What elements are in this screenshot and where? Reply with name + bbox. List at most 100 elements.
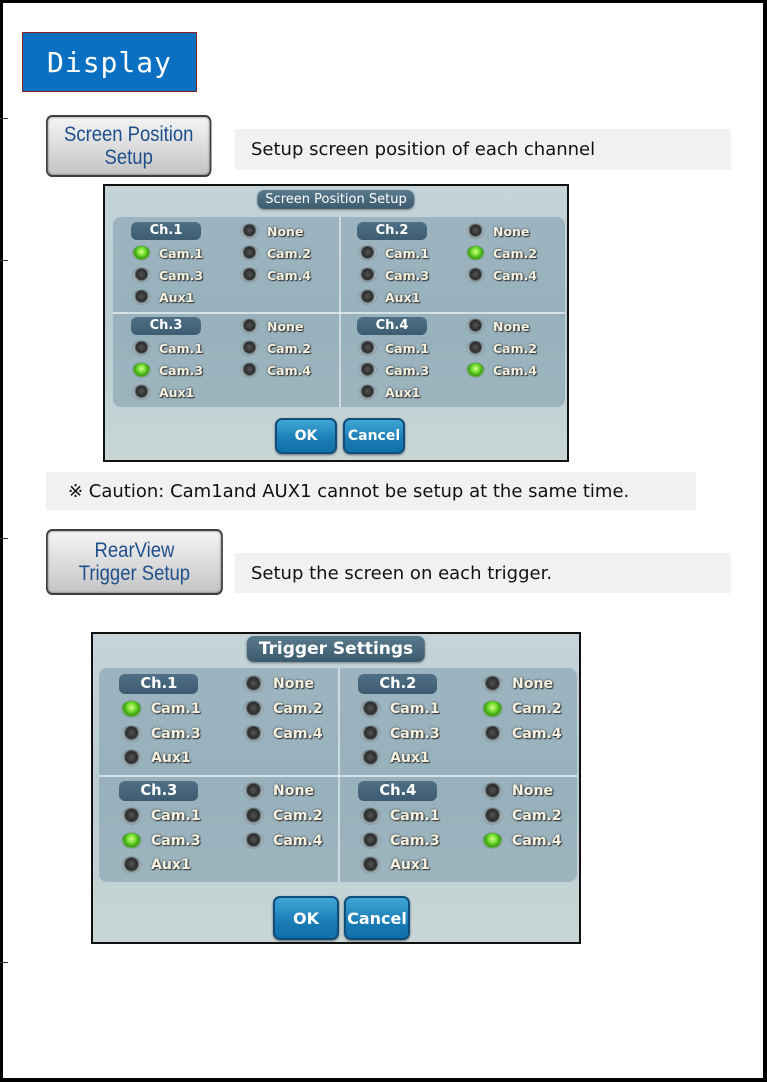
radio-option-cam3[interactable]: Cam.3: [359, 265, 429, 285]
radio-option-cam1[interactable]: Cam.1: [121, 804, 201, 827]
radio-option-cam1[interactable]: Cam.1: [360, 804, 440, 827]
radio-unselected-icon[interactable]: [359, 385, 376, 399]
radio-selected-icon[interactable]: [467, 363, 484, 377]
radio-option-none[interactable]: None: [467, 221, 529, 241]
radio-unselected-icon[interactable]: [243, 832, 263, 849]
radio-option-cam2[interactable]: Cam.2: [482, 804, 562, 827]
radio-unselected-icon[interactable]: [467, 224, 484, 238]
radio-option-none[interactable]: None: [482, 673, 553, 696]
radio-option-cam4[interactable]: Cam.4: [243, 829, 323, 852]
radio-unselected-icon[interactable]: [243, 675, 263, 692]
radio-option-aux1[interactable]: Aux1: [121, 747, 191, 770]
radio-unselected-icon[interactable]: [241, 268, 258, 282]
radio-option-none[interactable]: None: [467, 316, 529, 336]
radio-unselected-icon[interactable]: [482, 782, 502, 799]
radio-option-cam1[interactable]: Cam.1: [133, 243, 203, 263]
radio-unselected-icon[interactable]: [360, 832, 380, 849]
radio-unselected-icon[interactable]: [241, 224, 258, 238]
radio-option-cam3[interactable]: Cam.3: [360, 829, 440, 852]
radio-unselected-icon[interactable]: [360, 700, 380, 717]
radio-option-cam3[interactable]: Cam.3: [360, 722, 440, 745]
radio-option-aux1[interactable]: Aux1: [121, 854, 191, 877]
radio-option-aux1[interactable]: Aux1: [360, 747, 430, 770]
radio-option-cam2[interactable]: Cam.2: [467, 338, 537, 358]
radio-unselected-icon[interactable]: [121, 725, 141, 742]
radio-option-aux1[interactable]: Aux1: [359, 382, 420, 402]
radio-option-cam2[interactable]: Cam.2: [241, 338, 311, 358]
radio-unselected-icon[interactable]: [243, 782, 263, 799]
radio-selected-icon[interactable]: [121, 700, 141, 717]
radio-unselected-icon[interactable]: [359, 290, 376, 304]
radio-option-cam3[interactable]: Cam.3: [121, 722, 201, 745]
radio-unselected-icon[interactable]: [360, 807, 380, 824]
radio-selected-icon[interactable]: [121, 832, 141, 849]
radio-option-aux1[interactable]: Aux1: [133, 382, 194, 402]
radio-option-cam3[interactable]: Cam.3: [359, 360, 429, 380]
radio-option-cam4[interactable]: Cam.4: [482, 829, 562, 852]
radio-option-none[interactable]: None: [482, 780, 553, 803]
radio-unselected-icon[interactable]: [482, 807, 502, 824]
radio-option-none[interactable]: None: [243, 673, 314, 696]
radio-option-cam2[interactable]: Cam.2: [243, 804, 323, 827]
radio-option-cam1[interactable]: Cam.1: [121, 697, 201, 720]
ok-button[interactable]: OK: [273, 896, 339, 940]
radio-option-cam2[interactable]: Cam.2: [243, 697, 323, 720]
rearview-trigger-setup-button[interactable]: RearView Trigger Setup: [46, 529, 223, 595]
radio-option-cam2[interactable]: Cam.2: [241, 243, 311, 263]
radio-option-cam1[interactable]: Cam.1: [359, 243, 429, 263]
radio-unselected-icon[interactable]: [467, 268, 484, 282]
radio-unselected-icon[interactable]: [467, 341, 484, 355]
radio-unselected-icon[interactable]: [360, 750, 380, 767]
radio-option-aux1[interactable]: Aux1: [359, 287, 420, 307]
radio-unselected-icon[interactable]: [360, 857, 380, 874]
radio-option-none[interactable]: None: [241, 221, 303, 241]
radio-unselected-icon[interactable]: [243, 725, 263, 742]
radio-option-none[interactable]: None: [243, 780, 314, 803]
radio-unselected-icon[interactable]: [359, 246, 376, 260]
radio-unselected-icon[interactable]: [121, 750, 141, 767]
radio-unselected-icon[interactable]: [133, 341, 150, 355]
radio-unselected-icon[interactable]: [360, 725, 380, 742]
radio-unselected-icon[interactable]: [482, 725, 502, 742]
radio-option-aux1[interactable]: Aux1: [360, 854, 430, 877]
radio-option-cam1[interactable]: Cam.1: [359, 338, 429, 358]
radio-option-cam4[interactable]: Cam.4: [482, 722, 562, 745]
radio-unselected-icon[interactable]: [359, 268, 376, 282]
radio-unselected-icon[interactable]: [133, 385, 150, 399]
radio-selected-icon[interactable]: [467, 246, 484, 260]
radio-option-cam4[interactable]: Cam.4: [467, 265, 537, 285]
screen-position-setup-button[interactable]: Screen Position Setup: [46, 115, 212, 177]
radio-option-cam3[interactable]: Cam.3: [133, 360, 203, 380]
radio-selected-icon[interactable]: [133, 246, 150, 260]
radio-unselected-icon[interactable]: [359, 363, 376, 377]
radio-option-cam4[interactable]: Cam.4: [467, 360, 537, 380]
radio-unselected-icon[interactable]: [243, 700, 263, 717]
cancel-button[interactable]: Cancel: [344, 896, 410, 940]
radio-option-cam4[interactable]: Cam.4: [243, 722, 323, 745]
radio-option-cam3[interactable]: Cam.3: [133, 265, 203, 285]
radio-option-cam2[interactable]: Cam.2: [482, 697, 562, 720]
radio-unselected-icon[interactable]: [243, 807, 263, 824]
radio-unselected-icon[interactable]: [133, 268, 150, 282]
radio-unselected-icon[interactable]: [241, 319, 258, 333]
radio-unselected-icon[interactable]: [359, 341, 376, 355]
radio-unselected-icon[interactable]: [241, 246, 258, 260]
radio-option-cam2[interactable]: Cam.2: [467, 243, 537, 263]
radio-option-cam3[interactable]: Cam.3: [121, 829, 201, 852]
radio-unselected-icon[interactable]: [467, 319, 484, 333]
radio-option-cam4[interactable]: Cam.4: [241, 360, 311, 380]
radio-option-cam1[interactable]: Cam.1: [133, 338, 203, 358]
radio-option-aux1[interactable]: Aux1: [133, 287, 194, 307]
radio-unselected-icon[interactable]: [121, 807, 141, 824]
radio-selected-icon[interactable]: [482, 700, 502, 717]
radio-option-cam4[interactable]: Cam.4: [241, 265, 311, 285]
ok-button[interactable]: OK: [275, 418, 337, 454]
radio-option-none[interactable]: None: [241, 316, 303, 336]
radio-option-cam1[interactable]: Cam.1: [360, 697, 440, 720]
radio-unselected-icon[interactable]: [133, 290, 150, 304]
radio-unselected-icon[interactable]: [121, 857, 141, 874]
radio-unselected-icon[interactable]: [482, 675, 502, 692]
radio-selected-icon[interactable]: [133, 363, 150, 377]
radio-unselected-icon[interactable]: [241, 363, 258, 377]
cancel-button[interactable]: Cancel: [343, 418, 405, 454]
